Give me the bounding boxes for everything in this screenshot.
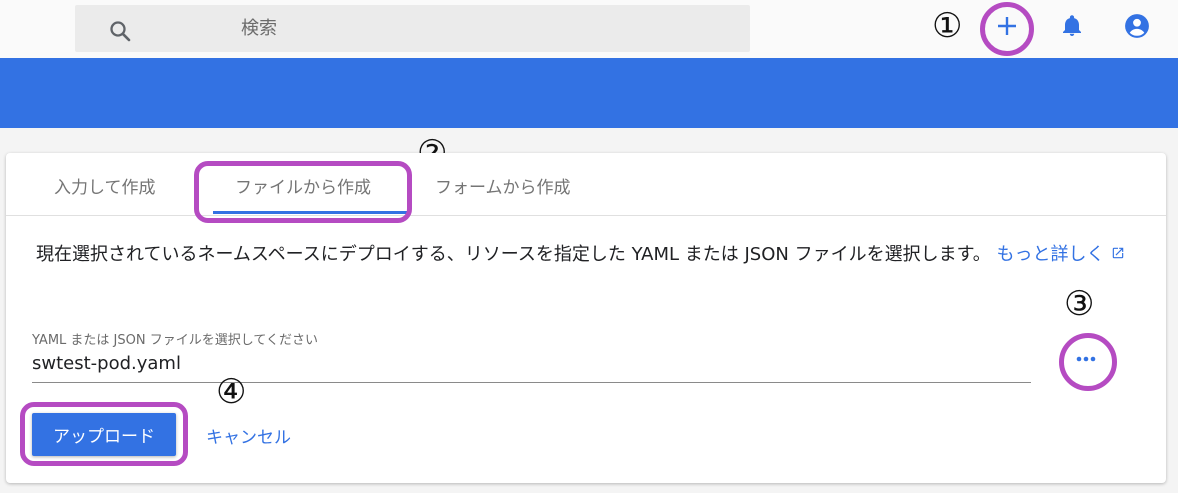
file-field-label: YAML または JSON ファイルを選択してください [32, 333, 318, 348]
annotation-marker-1: ① [932, 6, 963, 46]
account-button[interactable] [1117, 8, 1157, 48]
annotation-rect-upload [20, 402, 188, 466]
file-field-value[interactable]: swtest-pod.yaml [32, 353, 181, 374]
annotation-rect-tab [194, 161, 412, 223]
top-bar: ① [0, 0, 1178, 58]
account-circle-icon [1124, 13, 1150, 43]
cancel-button[interactable]: キャンセル [202, 417, 295, 453]
search-bar[interactable] [75, 5, 750, 52]
annotation-marker-3: ③ [1064, 284, 1095, 324]
annotation-circle-1 [980, 2, 1034, 56]
notifications-button[interactable] [1052, 8, 1092, 48]
annotation-circle-3 [1059, 333, 1117, 391]
bell-icon [1060, 14, 1084, 42]
tab-create-from-form[interactable]: フォームから作成 [435, 173, 571, 198]
learn-more-link[interactable]: もっと詳しく [997, 244, 1125, 265]
search-input[interactable] [241, 13, 721, 43]
import-card: 入力して作成 ファイルから作成 フォームから作成 現在選択されているネームスペー… [6, 153, 1166, 483]
description-text: 現在選択されているネームスペースにデプロイする、リソースを指定した YAML ま… [36, 239, 1136, 271]
file-field-underline [32, 382, 1031, 383]
annotation-marker-4: ④ [216, 372, 247, 412]
tab-create-from-input[interactable]: 入力して作成 [54, 173, 156, 198]
tab-bar: 入力して作成 ファイルから作成 フォームから作成 [6, 153, 1166, 216]
page-header-band [0, 58, 1178, 128]
open-in-new-icon [1111, 239, 1125, 271]
description-body: 現在選択されているネームスペースにデプロイする、リソースを指定した YAML ま… [36, 244, 991, 265]
search-icon [108, 19, 132, 47]
